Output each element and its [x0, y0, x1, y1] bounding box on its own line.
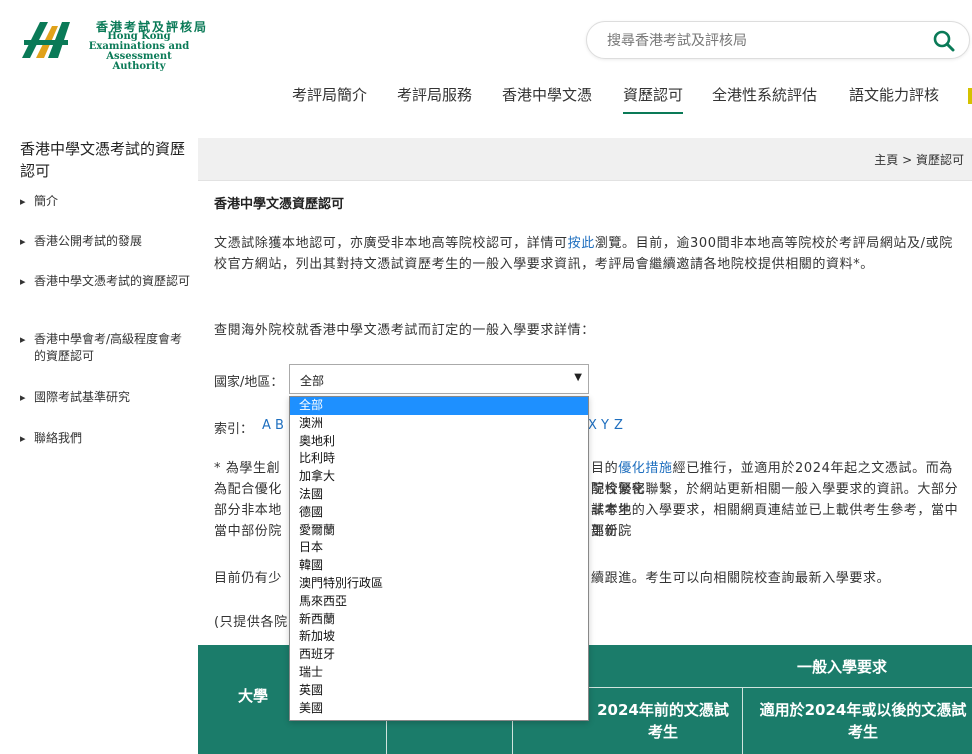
breadcrumb: 主頁 > 資歷認可 [874, 151, 964, 168]
nav-item-tsa[interactable]: 全港性系統評估 [712, 84, 817, 114]
sidebar-item-intro[interactable]: 簡介 [20, 193, 192, 210]
note-line4-start: 當中部份院 [214, 524, 283, 539]
country-label: 國家/地區： [214, 375, 284, 390]
chevron-down-icon: ▼ [574, 372, 582, 383]
header-before-2024: 2024年前的文憑試考生 [597, 701, 729, 741]
index-letter-x[interactable]: X [588, 418, 597, 433]
breadcrumb-bar: 主頁 > 資歷認可 [198, 138, 972, 180]
nav-item-services[interactable]: 考評局服務 [397, 84, 472, 114]
column-divider [742, 687, 743, 754]
current-status-end: 續跟進。考生可以向相關院校查詢最新入學要求。 [591, 571, 891, 586]
country-option[interactable]: 比利時 [290, 450, 588, 468]
sidebar-item-benchmarking[interactable]: 國際考試基準研究 [20, 389, 192, 406]
nav-item-language-assessment[interactable]: 語文能力評核 [849, 84, 939, 114]
search-box[interactable] [586, 21, 970, 59]
logo-english-name: Hong Kong Examinations and Assessment Au… [88, 31, 190, 72]
index-label: 索引： [214, 422, 254, 437]
sidebar-item-hkcee-hkale-recognition[interactable]: 香港中學會考/高級程度會考的資歷認可 [20, 331, 192, 365]
country-option[interactable]: 美國 [290, 700, 588, 718]
country-option[interactable]: 澳洲 [290, 415, 588, 433]
provided-only-note: (只提供各院 [214, 615, 288, 630]
country-option[interactable]: 法國 [290, 486, 588, 504]
nav-overflow-indicator [968, 88, 972, 104]
country-option[interactable]: 日本 [290, 539, 588, 557]
hkeaa-logo[interactable]: 香港考試及評核局 Hong Kong Examinations and Asse… [18, 18, 206, 72]
country-option[interactable]: 新西蘭 [290, 611, 588, 629]
country-option[interactable]: 馬來西亞 [290, 593, 588, 611]
sidebar-item-hkdse-recognition[interactable]: 香港中學文憑考試的資歷認可 [20, 273, 192, 290]
breadcrumb-separator: > [902, 153, 913, 167]
country-select[interactable]: 全部 ▼ [289, 364, 589, 394]
breadcrumb-current: 資歷認可 [915, 153, 964, 167]
divider [198, 180, 972, 181]
header-after-2024: 適用於2024年或以後的文憑試考生 [759, 701, 967, 741]
sidebar-item-contact[interactable]: 聯絡我們 [20, 430, 192, 447]
country-option[interactable]: 韓國 [290, 557, 588, 575]
index-letter-z[interactable]: Z [614, 418, 623, 433]
search-input[interactable] [607, 30, 907, 52]
page-title: 香港中學文憑資歷認可 [214, 197, 345, 212]
search-icon[interactable] [933, 30, 955, 52]
breadcrumb-home[interactable]: 主頁 [874, 153, 898, 167]
note-line3-start: 部分非本地 [214, 503, 283, 518]
click-here-link[interactable]: 按此 [568, 236, 595, 251]
country-option-all[interactable]: 全部 [290, 397, 588, 415]
country-option[interactable]: 奧地利 [290, 433, 588, 451]
lookup-instructions: 查閱海外院校就香港中學文憑考試而訂定的一般入學要求詳情： [214, 323, 595, 338]
country-option[interactable]: 瑞士 [290, 664, 588, 682]
index-letter-y[interactable]: Y [601, 418, 609, 433]
country-dropdown-list: 全部 澳洲 奧地利 比利時 加拿大 法國 德國 愛爾蘭 日本 韓國 澳門特別行政… [289, 396, 589, 721]
nav-item-about[interactable]: 考評局簡介 [292, 84, 367, 114]
nav-item-hkdse[interactable]: 香港中學文憑 [502, 84, 592, 114]
index-letter-a[interactable]: A [262, 418, 271, 433]
main-nav: 考評局簡介 考評局服務 香港中學文憑 資歷認可 全港性系統評估 語文能力評核 [0, 84, 972, 114]
country-option[interactable]: 新加坡 [290, 628, 588, 646]
enhancement-measures-link[interactable]: 優化措施 [618, 461, 672, 476]
current-status-start: 目前仍有少 [214, 571, 283, 586]
note-fragment-start: * 為學生創 [214, 461, 281, 476]
country-option[interactable]: 愛爾蘭 [290, 522, 588, 540]
intro-paragraph: 文憑試除獲本地認可，亦廣受非本地高等院校認可，詳情可按此瀏覽。目前，逾300間非… [214, 236, 953, 272]
country-option[interactable]: 加拿大 [290, 468, 588, 486]
country-option[interactable]: 西班牙 [290, 646, 588, 664]
header-general-requirements: 一般入學要求 [796, 658, 887, 676]
note-line2-start: 為配合優化 [214, 482, 283, 497]
sidebar-title: 香港中學文憑考試的資歷認可 [20, 140, 186, 180]
country-option[interactable]: 澳門特別行政區 [290, 575, 588, 593]
note-fragment-line4: 更新。 [591, 524, 632, 539]
country-option[interactable]: 德國 [290, 504, 588, 522]
sidebar-item-history[interactable]: 香港公開考試的發展 [20, 233, 192, 250]
country-option[interactable]: 英國 [290, 682, 588, 700]
index-letter-b[interactable]: B [275, 418, 284, 433]
country-select-value: 全部 [300, 374, 325, 388]
hkeaa-logo-mark-icon [22, 22, 70, 58]
nav-item-recognition[interactable]: 資歷認可 [623, 84, 684, 114]
